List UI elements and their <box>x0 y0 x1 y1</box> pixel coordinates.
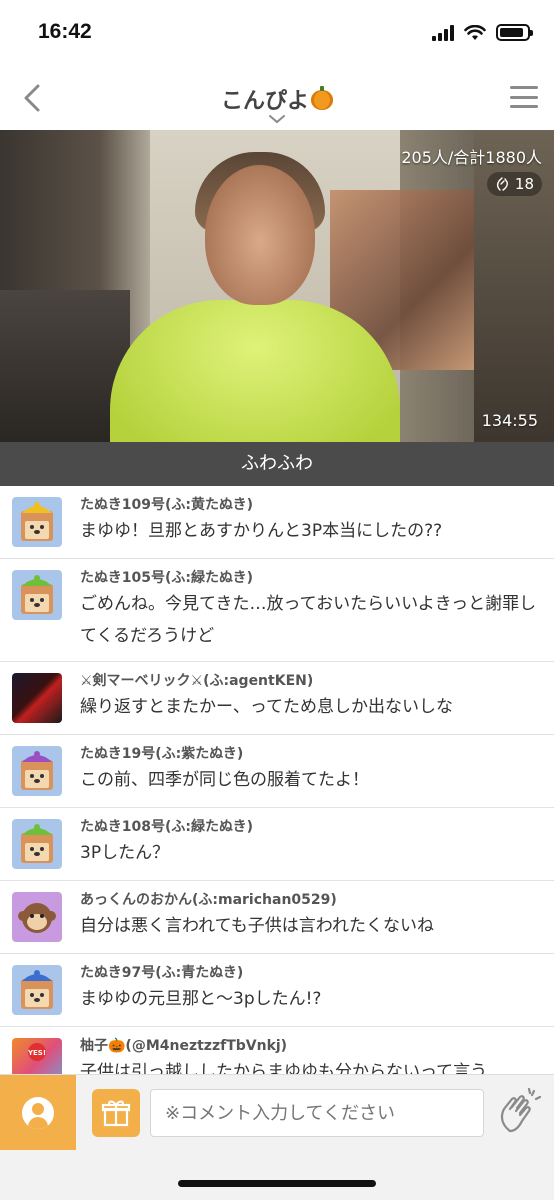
comment-list[interactable]: たぬき109号(ふ:黄たぬき) まゆゆ！旦那とあすかりんと3P本当にしたの?? たぬ… <box>0 486 554 1074</box>
comment-text: この前、四季が同じ色の服着てたよ！ <box>80 770 369 790</box>
comment-text: まゆゆの元旦那と〜3pしたん!? <box>80 989 322 1009</box>
user-avatar[interactable] <box>12 819 62 869</box>
clap-count: 18 <box>514 175 534 193</box>
comment-text: 繰り返すとまたかー、ってため息しか出ないしな <box>80 697 453 717</box>
status-icons <box>432 24 533 41</box>
clap-count-badge: 18 <box>486 172 542 196</box>
wifi-icon <box>464 24 486 40</box>
comment-item[interactable]: あっくんのおかん(ふ:marichan0529) 自分は悪く言われても子供は言われ… <box>0 881 554 954</box>
chevron-down-icon[interactable] <box>268 114 286 124</box>
viewer-count: 205人/合計1880人 <box>401 148 542 167</box>
comment-author: たぬき19号(ふ:紫たぬき) <box>80 746 244 762</box>
gift-icon <box>101 1100 131 1127</box>
comment-author: たぬき97号(ふ:青たぬき) <box>80 965 244 981</box>
user-avatar[interactable] <box>12 497 62 547</box>
page-title-text: こんぴよ <box>220 89 309 114</box>
hamburger-menu-icon[interactable] <box>510 86 538 108</box>
comment-author: たぬき108号(ふ:緑たぬき) <box>80 819 254 835</box>
comment-author: 柚子🎃(@M4neztzzfTbVnkj) <box>80 1038 288 1054</box>
status-bar: 16:42 <box>0 0 554 70</box>
user-avatar[interactable] <box>12 892 62 942</box>
svg-text:YES!: YES! <box>27 1049 46 1057</box>
comment-text: 自分は悪く言われても子供は言われたくないね <box>80 916 434 936</box>
user-avatar[interactable] <box>12 570 62 620</box>
stream-duration: 134:55 <box>481 411 538 430</box>
caption-bar: ふわふわ <box>0 442 554 486</box>
battery-icon <box>496 24 533 41</box>
battery-level <box>500 28 524 37</box>
page-title[interactable]: こんぴよ <box>0 83 554 115</box>
comment-text: 子供は引っ越ししたからまゆゆも分からないって言う <box>80 1062 488 1074</box>
comment-item[interactable]: YES! 柚子🎃(@M4neztzzfTbVnkj) 子供は引っ越ししたからまゆゆも… <box>0 1027 554 1074</box>
profile-button[interactable] <box>0 1075 76 1151</box>
comment-author: たぬき105号(ふ:緑たぬき) <box>80 570 254 586</box>
comment-item[interactable]: たぬき108号(ふ:緑たぬき) 3Pしたん？ <box>0 808 554 881</box>
comment-author: あっくんのおかん(ふ:marichan0529) <box>80 892 337 908</box>
comment-item[interactable]: ⚔剣マーベリック⚔(ふ:agentKEN) 繰り返すとまたかー、ってため息しか出な… <box>0 662 554 735</box>
comment-item[interactable]: たぬき97号(ふ:青たぬき) まゆゆの元旦那と〜3pしたん!? <box>0 954 554 1027</box>
nav-header: こんぴよ <box>0 70 554 130</box>
clap-hands-icon[interactable] <box>492 1087 544 1139</box>
clap-hands-icon <box>496 177 508 191</box>
cellular-signal-icon <box>432 24 454 41</box>
comment-author: たぬき109号(ふ:黄たぬき) <box>80 497 254 513</box>
comment-input[interactable] <box>150 1089 484 1137</box>
home-indicator[interactable] <box>178 1180 376 1187</box>
comment-item[interactable]: たぬき105号(ふ:緑たぬき) ごめんね。今見てきた…放っておいたらいいよきっと謝… <box>0 559 554 662</box>
user-avatar[interactable] <box>12 746 62 796</box>
comment-text: まゆゆ！旦那とあすかりんと3P本当にしたの?? <box>80 521 443 541</box>
gift-button[interactable] <box>92 1089 140 1137</box>
comment-item[interactable]: たぬき109号(ふ:黄たぬき) まゆゆ！旦那とあすかりんと3P本当にしたの?? <box>0 486 554 559</box>
bottom-bar <box>0 1074 554 1151</box>
live-video[interactable]: 205人/合計1880人 18 134:55 <box>0 130 554 442</box>
status-time: 16:42 <box>38 20 92 43</box>
pumpkin-icon <box>311 86 333 110</box>
profile-icon <box>22 1097 54 1129</box>
comment-text: ごめんね。今見てきた…放っておいたらいいよきっと謝罪してくるだろうけど <box>80 594 537 646</box>
comment-item[interactable]: たぬき19号(ふ:紫たぬき) この前、四季が同じ色の服着てたよ！ <box>0 735 554 808</box>
video-person-face <box>205 165 315 305</box>
user-avatar[interactable] <box>12 965 62 1015</box>
user-avatar[interactable] <box>12 673 62 723</box>
comment-author: ⚔剣マーベリック⚔(ふ:agentKEN) <box>80 673 314 689</box>
home-indicator-area <box>0 1150 554 1200</box>
user-avatar[interactable]: YES! <box>12 1038 62 1074</box>
comment-text: 3Pしたん？ <box>80 843 170 863</box>
